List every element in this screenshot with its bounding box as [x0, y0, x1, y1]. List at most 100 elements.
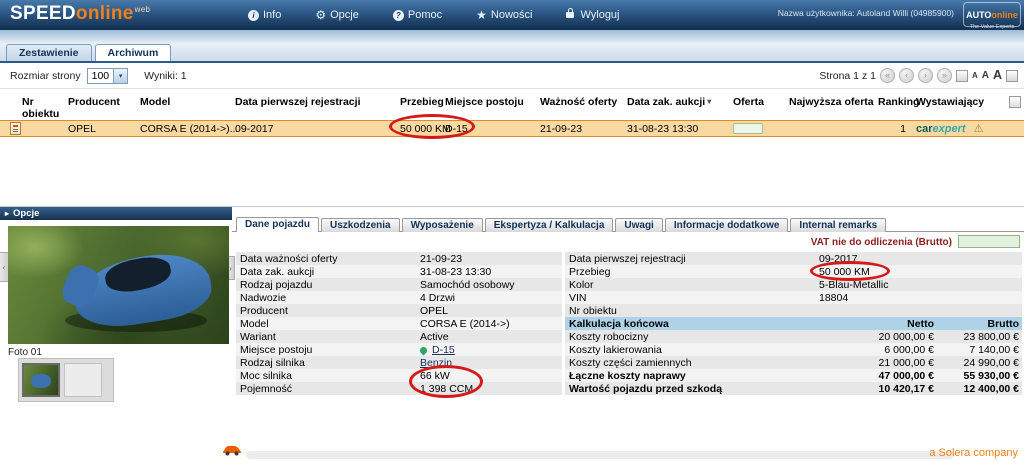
print-icon[interactable] — [1006, 69, 1018, 82]
calc-brutto: 24 990,00 € — [963, 356, 1019, 369]
prev-page-button[interactable]: ‹ — [898, 68, 914, 83]
object-cell — [0, 122, 66, 135]
calc-header-label: Kalkulacja końcowa — [569, 317, 669, 330]
export-icon[interactable] — [955, 69, 968, 82]
detail-tab-uszkodzenia[interactable]: Uszkodzenia — [321, 218, 400, 232]
map-pin-icon — [418, 345, 429, 355]
page-size-label: Rozmiar strony — [10, 70, 81, 82]
subbar-gradient — [0, 30, 1024, 44]
first-page-button[interactable]: « — [879, 68, 895, 83]
toolbar-right: Strona 1 z 1 « ‹ › » A A A — [819, 68, 1018, 83]
detail-label: VIN — [569, 291, 587, 304]
solera-company-label: a Solera company — [929, 447, 1018, 459]
column-header-label: Data zak. aukcji — [627, 96, 706, 108]
photo-thumbnail[interactable] — [22, 363, 60, 397]
column-header-oferta[interactable]: Oferta — [731, 94, 787, 120]
column-header-ranking[interactable]: Ranking — [876, 94, 919, 120]
waznosc-oferty-cell: 21-09-23 — [540, 122, 583, 135]
data-rejestracji-cell: 09-2017 — [235, 122, 274, 135]
menu-item-info[interactable]: i Info — [248, 9, 281, 21]
model-cell: CORSA E (2014->)... — [140, 122, 239, 135]
list-toolbar: Rozmiar strony 100 ▾ Wyniki: 1 Strona 1 … — [0, 65, 1024, 89]
detail-tab-dane-pojazdu[interactable]: Dane pojazdu — [236, 217, 320, 232]
topbar: SPEEDonlineweb i Info ⚙ Opcje ? Pomoc ★ … — [0, 0, 1024, 30]
options-panel-header[interactable]: ▸ Opcje — [0, 207, 232, 220]
detail-value: 31-08-23 13:30 — [420, 265, 492, 278]
column-header-nr-obiektu[interactable]: Nr obiektu — [0, 94, 66, 120]
autoonline-wordmark: AUTOonline — [964, 5, 1020, 23]
detail-value: 4 Drzwi — [420, 291, 456, 304]
calc-brutto: 23 800,00 € — [963, 330, 1019, 343]
app-logo[interactable]: SPEEDonlineweb — [10, 3, 150, 25]
font-size-large-button[interactable]: A — [993, 69, 1002, 82]
column-header-przebieg[interactable]: Przebieg — [398, 94, 444, 120]
column-header-data-zak-aukcji[interactable]: Data zak. aukcji ▾ — [625, 94, 731, 120]
detail-tab-internal-remarks[interactable]: Internal remarks — [790, 218, 887, 232]
tab-zestawienie[interactable]: Zestawienie — [6, 44, 92, 61]
menu-item-wyloguj[interactable]: Wyloguj — [566, 8, 620, 21]
font-size-small-button[interactable]: A — [972, 71, 978, 80]
calc-label: Koszty lakierowania — [569, 343, 662, 356]
oferta-cell — [731, 123, 787, 134]
detail-tabs: Dane pojazdu Uszkodzenia Wyposażenie Eks… — [236, 216, 887, 232]
parking-location-link[interactable]: D-15 — [432, 344, 455, 356]
vehicle-photo[interactable] — [8, 226, 229, 344]
last-page-button[interactable]: » — [936, 68, 952, 83]
results-count: Wyniki: 1 — [144, 70, 187, 82]
horizontal-scrollbar[interactable] — [246, 451, 954, 459]
menu-item-opcje[interactable]: ⚙ Opcje — [315, 9, 359, 21]
vat-input[interactable] — [958, 235, 1020, 248]
detail-tab-ekspertyza-kalkulacja[interactable]: Ekspertyza / Kalkulacja — [484, 218, 614, 232]
menu-label: Info — [263, 9, 282, 21]
detail-label: Data pierwszej rejestracji — [569, 252, 686, 265]
detail-row: Data pierwszej rejestracji 09-2017 — [565, 252, 1022, 265]
font-size-medium-button[interactable]: A — [982, 70, 989, 81]
object-icon — [10, 122, 21, 135]
menu-item-pomoc[interactable]: ? Pomoc — [392, 9, 442, 21]
detail-label: Nr obiektu — [569, 304, 617, 317]
carexpert-logo-expert: expert — [932, 122, 966, 135]
detail-tab-informacje-dodatkowe[interactable]: Informacje dodatkowe — [664, 218, 789, 232]
column-header-data-rejestracji[interactable]: Data pierwszej rejestracji — [233, 94, 398, 120]
options-panel-label: Opcje — [13, 208, 40, 219]
detail-row: Przebieg 50 000 KM — [565, 265, 1022, 278]
engine-type-link[interactable]: Benzin — [420, 357, 452, 369]
offer-input[interactable] — [733, 123, 763, 134]
autoonline-logo: AUTOonline The Value Experts — [963, 2, 1021, 30]
menu-item-nowosci[interactable]: ★ Nowości — [476, 9, 532, 21]
detail-value: 18804 — [819, 291, 849, 304]
main-tabstrip: Zestawienie Archiwum — [0, 44, 1024, 63]
table-row[interactable]: OPEL CORSA E (2014->)... 09-2017 50 000 … — [0, 120, 1024, 137]
detail-label: Kolor — [569, 278, 594, 291]
detail-row: Model CORSA E (2014->) — [236, 317, 562, 330]
tab-archiwum[interactable]: Archiwum — [94, 44, 172, 61]
sort-desc-icon: ▾ — [707, 97, 712, 106]
detail-tab-wyposazenie[interactable]: Wyposażenie — [401, 218, 483, 232]
column-header-producent[interactable]: Producent — [66, 94, 138, 120]
warning-icon[interactable]: ⚠ — [974, 122, 984, 135]
detail-row: Producent OPEL — [236, 304, 562, 317]
column-header-waznosc-oferty[interactable]: Ważność oferty — [538, 94, 625, 120]
photo-thumbnail-slot — [64, 363, 102, 397]
detail-tab-uwagi[interactable]: Uwagi — [615, 218, 663, 232]
column-settings-icon[interactable] — [1009, 96, 1021, 108]
calc-label: Koszty części zamiennych — [569, 356, 692, 369]
results-table: Nr obiektu Producent Model Data pierwsze… — [0, 94, 1024, 137]
next-page-button[interactable]: › — [917, 68, 933, 83]
calc-row-total-repair: Łączne koszty naprawy 47 000,00 € 55 930… — [565, 369, 1022, 382]
page-size-value: 100 — [91, 70, 110, 82]
vehicle-data-right: Data pierwszej rejestracji 09-2017 Przeb… — [565, 252, 1022, 395]
calc-netto: 6 000,00 € — [884, 343, 934, 356]
column-header-wystawiajacy[interactable]: Wystawiający — [914, 94, 1024, 120]
column-header-miejsce-postoju[interactable]: Miejsce postoju — [443, 94, 538, 120]
column-header-najwyzsza-oferta[interactable]: Najwyższa oferta — [787, 94, 876, 120]
column-header-model[interactable]: Model — [138, 94, 233, 120]
detail-row: VIN 18804 — [565, 291, 1022, 304]
menu-label: Opcje — [330, 9, 359, 21]
ranking-cell: 1 — [900, 122, 906, 135]
calc-netto: 21 000,00 € — [878, 356, 934, 369]
menu-label: Wyloguj — [580, 9, 620, 21]
detail-label: Rodzaj silnika — [240, 356, 305, 369]
page-size-select[interactable]: 100 ▾ — [86, 68, 129, 84]
detail-row: Kolor 5-Blau-Metallic — [565, 278, 1022, 291]
